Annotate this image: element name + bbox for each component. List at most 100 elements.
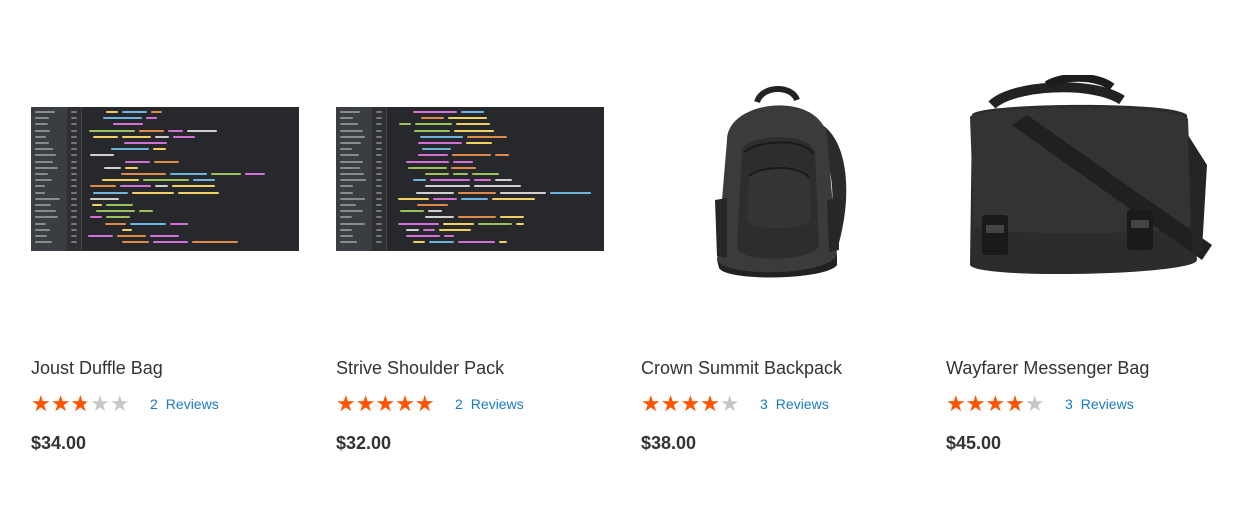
line-number bbox=[376, 111, 382, 113]
reviews-link[interactable]: 2 Reviews bbox=[455, 396, 524, 412]
file-tree-entry bbox=[340, 228, 352, 231]
code-line bbox=[428, 210, 442, 213]
file-tree-entry bbox=[340, 197, 365, 200]
line-number bbox=[376, 191, 382, 194]
line-number bbox=[71, 222, 77, 225]
line-number bbox=[71, 173, 77, 175]
product-price: $34.00 bbox=[31, 433, 87, 453]
code-line bbox=[124, 142, 167, 144]
file-tree-entry bbox=[35, 117, 49, 120]
reviews-link[interactable]: 3 Reviews bbox=[760, 396, 829, 412]
code-line bbox=[150, 235, 179, 237]
file-tree-entry bbox=[340, 148, 352, 151]
code-line bbox=[439, 228, 471, 231]
file-tree-entry bbox=[35, 228, 50, 231]
line-number bbox=[71, 210, 77, 213]
code-line bbox=[453, 173, 468, 175]
file-tree-entry bbox=[35, 135, 46, 138]
line-number bbox=[376, 173, 382, 175]
line-number bbox=[71, 191, 77, 194]
code-line bbox=[413, 179, 426, 182]
code-line bbox=[211, 173, 241, 175]
code-line bbox=[90, 197, 119, 200]
product-grid: Joust Duffle Bag ★★★★★ ★★★★★ 2Reviews $3… bbox=[0, 0, 1246, 510]
code-line bbox=[429, 241, 454, 244]
code-line bbox=[146, 117, 157, 120]
product-image-link[interactable] bbox=[31, 70, 303, 290]
code-line bbox=[458, 216, 496, 219]
code-line bbox=[90, 216, 102, 219]
product-card: Crown Summit Backpack ★★★★★ ★★★★★ 3Revie… bbox=[641, 0, 931, 510]
line-number bbox=[376, 142, 382, 144]
file-tree-entry bbox=[340, 241, 357, 244]
code-line bbox=[151, 111, 162, 113]
product-name-link[interactable]: Crown Summit Backpack bbox=[641, 358, 842, 379]
file-tree-entry bbox=[340, 173, 364, 175]
code-line bbox=[550, 191, 591, 194]
code-line bbox=[153, 241, 188, 244]
code-line bbox=[433, 197, 457, 200]
rating-stars-filled: ★★★★★ bbox=[31, 393, 86, 415]
product-name-link[interactable]: Strive Shoulder Pack bbox=[336, 358, 504, 379]
line-number bbox=[376, 241, 382, 244]
code-line bbox=[430, 179, 470, 182]
code-line bbox=[451, 166, 476, 169]
rating-stars: ★★★★★ ★★★★★ bbox=[641, 393, 751, 415]
line-number bbox=[71, 204, 77, 206]
file-tree-entry bbox=[340, 142, 361, 144]
code-line bbox=[106, 216, 130, 219]
code-line bbox=[448, 117, 487, 120]
product-image-link[interactable] bbox=[336, 70, 608, 290]
code-line bbox=[423, 228, 435, 231]
code-line bbox=[414, 129, 450, 132]
product-price: $32.00 bbox=[336, 433, 392, 453]
line-number bbox=[376, 135, 382, 138]
code-line bbox=[121, 173, 166, 175]
code-line bbox=[96, 210, 135, 213]
code-line bbox=[472, 173, 499, 175]
code-line bbox=[111, 148, 149, 151]
line-number bbox=[71, 111, 77, 113]
code-line bbox=[113, 123, 143, 126]
line-number bbox=[71, 179, 77, 182]
code-line bbox=[474, 185, 521, 188]
code-line bbox=[130, 222, 166, 225]
product-rating: ★★★★★ ★★★★★ 2Reviews bbox=[336, 392, 524, 416]
file-tree-entry bbox=[340, 204, 356, 206]
code-line bbox=[466, 142, 492, 144]
code-line bbox=[125, 160, 150, 163]
line-number bbox=[376, 129, 382, 132]
line-number bbox=[376, 235, 382, 237]
code-line bbox=[425, 185, 470, 188]
product-name-link[interactable]: Joust Duffle Bag bbox=[31, 358, 163, 379]
code-line bbox=[192, 241, 238, 244]
line-number bbox=[71, 160, 77, 163]
code-line bbox=[456, 123, 490, 126]
file-tree-entry bbox=[35, 129, 50, 132]
product-card: Joust Duffle Bag ★★★★★ ★★★★★ 2Reviews $3… bbox=[31, 0, 321, 510]
code-line bbox=[418, 154, 448, 157]
file-tree-entry bbox=[35, 204, 51, 206]
messenger-bag-image bbox=[970, 75, 1212, 275]
code-line bbox=[155, 185, 168, 188]
rating-stars: ★★★★★ ★★★★★ bbox=[336, 393, 446, 415]
code-line bbox=[516, 222, 524, 225]
product-rating: ★★★★★ ★★★★★ 2Reviews bbox=[31, 392, 219, 416]
reviews-link[interactable]: 2 Reviews bbox=[150, 396, 219, 412]
product-image-link[interactable] bbox=[946, 70, 1218, 290]
code-line bbox=[93, 191, 128, 194]
code-line bbox=[93, 135, 118, 138]
code-line bbox=[398, 197, 429, 200]
code-line bbox=[425, 216, 454, 219]
file-tree-entry bbox=[35, 197, 60, 200]
reviews-link[interactable]: 3 Reviews bbox=[1065, 396, 1134, 412]
product-name-link[interactable]: Wayfarer Messenger Bag bbox=[946, 358, 1149, 379]
code-line bbox=[117, 235, 146, 237]
product-card: Wayfarer Messenger Bag ★★★★★ ★★★★★ 3Revi… bbox=[946, 0, 1236, 510]
line-number bbox=[71, 228, 77, 231]
line-number bbox=[376, 228, 382, 231]
code-line bbox=[408, 166, 447, 169]
code-line bbox=[406, 228, 419, 231]
product-image-link[interactable] bbox=[641, 70, 913, 290]
code-line bbox=[413, 241, 425, 244]
